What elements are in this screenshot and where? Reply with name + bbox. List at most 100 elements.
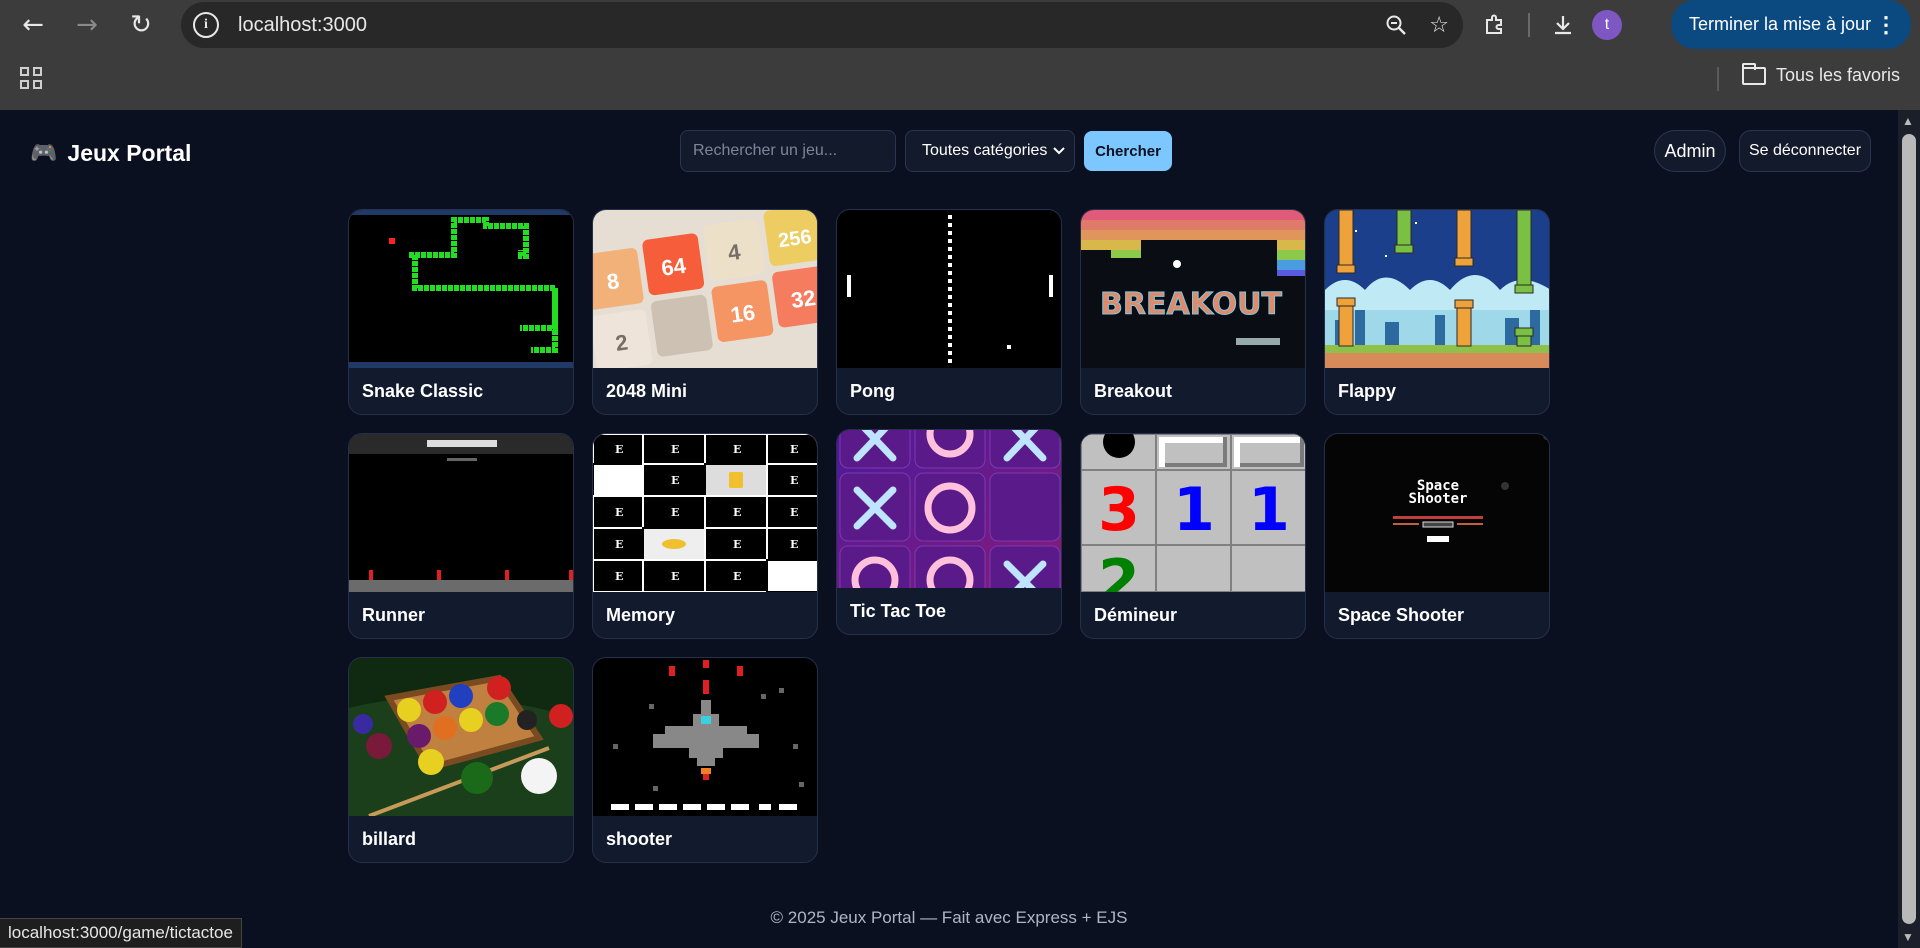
update-button[interactable]: Terminer la mise à jour ⋮: [1671, 0, 1911, 49]
page-content: 🎮 Jeux Portal Toutes catégories Chercher…: [0, 110, 1898, 948]
game-title: Space Shooter: [1338, 605, 1465, 625]
bookmark-star-icon[interactable]: ☆: [1429, 13, 1449, 38]
logout-button[interactable]: Se déconnecter: [1739, 130, 1871, 172]
game-title: Breakout: [1094, 381, 1173, 401]
svg-text:E: E: [615, 538, 623, 551]
game-card-memory[interactable]: E E E E E E E E E E E E E E E E Memory: [592, 433, 818, 639]
back-icon[interactable]: ←: [6, 0, 60, 49]
svg-text:E: E: [671, 474, 679, 487]
gamepad-icon: 🎮: [30, 141, 58, 166]
svg-text:E: E: [790, 474, 798, 487]
game-card-snake[interactable]: Snake Classic: [348, 209, 574, 415]
bookmarks-divider: [1717, 67, 1719, 91]
tile-text: 64: [660, 253, 688, 281]
game-title: Tic Tac Toe: [850, 601, 947, 621]
game-title: Memory: [606, 605, 676, 625]
svg-text:E: E: [790, 506, 798, 519]
search-input[interactable]: [680, 130, 896, 172]
address-bar[interactable]: i localhost:3000 ☆: [181, 2, 1463, 48]
mine-number: 1: [1173, 475, 1215, 545]
svg-text:E: E: [615, 506, 623, 519]
folder-label: Tous les favoris: [1776, 65, 1901, 85]
profile-avatar[interactable]: t: [1592, 9, 1622, 40]
tile-text: 256: [777, 226, 813, 252]
game-title: Snake Classic: [362, 381, 484, 401]
game-title: billard: [362, 829, 417, 849]
runner-thumbnail: [349, 434, 573, 592]
mine-number: 1: [1248, 475, 1290, 545]
browser-toolbar: ← → ↻ i localhost:3000 ☆ t Terminer la m…: [0, 0, 1920, 49]
folder-icon: [1742, 62, 1766, 85]
site-logo[interactable]: 🎮 Jeux Portal: [30, 140, 191, 167]
svg-text:E: E: [790, 538, 798, 551]
apps-grid-icon[interactable]: [20, 67, 42, 89]
zoom-icon[interactable]: [1385, 14, 1407, 36]
demineur-thumbnail: 3 1 1 2: [1081, 434, 1305, 592]
game-title: Démineur: [1094, 605, 1178, 625]
toolbar-divider: [1528, 12, 1530, 37]
game-title: Runner: [362, 605, 425, 625]
page-scrollbar[interactable]: ▲ ▼: [1898, 110, 1920, 948]
svg-text:E: E: [733, 538, 741, 551]
space-title-text: Shooter: [1408, 491, 1467, 507]
game-card-2048[interactable]: 8 64 4 256 2 16 32 2048 Mini: [592, 209, 818, 415]
space-shooter-thumbnail: Space Shooter: [1325, 434, 1549, 592]
game-card-runner[interactable]: Runner: [348, 433, 574, 639]
shooter-thumbnail: [593, 658, 817, 816]
svg-text:E: E: [615, 443, 623, 456]
billard-thumbnail: [349, 658, 573, 816]
memory-thumbnail: E E E E E E E E E E E E E E E E: [593, 434, 817, 592]
reload-icon[interactable]: ↻: [114, 0, 168, 49]
game-card-pong[interactable]: Pong: [836, 209, 1062, 415]
search-button[interactable]: Chercher: [1084, 131, 1172, 171]
svg-text:E: E: [671, 443, 679, 456]
tile-text: 32: [789, 285, 817, 313]
game-title: 2048 Mini: [606, 381, 688, 401]
svg-text:E: E: [733, 506, 741, 519]
game-card-flappy[interactable]: Flappy: [1324, 209, 1550, 415]
chevron-down-icon: [1052, 143, 1066, 159]
more-menu-icon[interactable]: ⋮: [1875, 12, 1897, 38]
game-title: Pong: [850, 381, 895, 401]
mine-number: 2: [1098, 547, 1140, 592]
game-card-shooter[interactable]: shooter: [592, 657, 818, 863]
bookmarks-bar: Tous les favoris: [0, 55, 1920, 105]
tile-text: 16: [729, 300, 757, 328]
game-card-demineur[interactable]: 3 1 1 2 Démineur: [1080, 433, 1306, 639]
all-bookmarks-folder[interactable]: Tous les favoris: [1742, 62, 1901, 86]
category-selected-value: Toutes catégories: [922, 142, 1048, 159]
game-card-space-shooter[interactable]: Space Shooter Space Shooter: [1324, 433, 1550, 639]
breakout-logo-text: BREAKOUT: [1100, 287, 1282, 322]
game-card-breakout[interactable]: BREAKOUT Breakout: [1080, 209, 1306, 415]
site-title: Jeux Portal: [67, 140, 192, 166]
tictactoe-thumbnail: [837, 430, 1061, 588]
game-title: Flappy: [1338, 381, 1397, 401]
game-card-tictactoe[interactable]: Tic Tac Toe: [836, 429, 1062, 635]
svg-text:E: E: [671, 570, 679, 583]
scroll-down-icon[interactable]: ▼: [1902, 930, 1914, 944]
snake-thumbnail: [349, 210, 573, 368]
breakout-thumbnail: BREAKOUT: [1081, 210, 1305, 368]
site-info-icon[interactable]: i: [193, 12, 219, 38]
svg-text:E: E: [671, 506, 679, 519]
download-icon[interactable]: [1548, 13, 1578, 37]
game-title: shooter: [606, 829, 673, 849]
games-grid: Snake Classic 8 64 4 256 2 16 32 2048 Mi…: [348, 209, 1550, 863]
game-card-billard[interactable]: billard: [348, 657, 574, 863]
scroll-up-icon[interactable]: ▲: [1902, 114, 1914, 128]
svg-text:E: E: [790, 443, 798, 456]
toolbar-actions: t: [1480, 0, 1622, 49]
flappy-thumbnail: [1325, 210, 1549, 368]
forward-icon[interactable]: →: [60, 0, 114, 49]
page-footer: © 2025 Jeux Portal — Fait avec Express +…: [770, 908, 1128, 927]
2048-thumbnail: 8 64 4 256 2 16 32: [593, 210, 817, 368]
url-text: localhost:3000: [238, 13, 367, 36]
category-select[interactable]: Toutes catégories: [905, 130, 1075, 172]
update-button-label: Terminer la mise à jour: [1689, 14, 1872, 34]
scrollbar-thumb[interactable]: [1902, 134, 1916, 924]
admin-button[interactable]: Admin: [1654, 130, 1726, 172]
extensions-icon[interactable]: [1480, 13, 1510, 37]
mine-number: 3: [1098, 475, 1140, 545]
svg-text:E: E: [733, 443, 741, 456]
browser-chrome: ← → ↻ i localhost:3000 ☆ t Terminer la m…: [0, 0, 1920, 110]
